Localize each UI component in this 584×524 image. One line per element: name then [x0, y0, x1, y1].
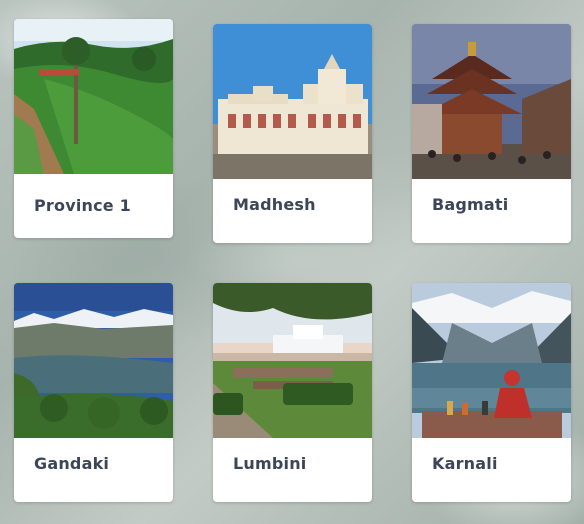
province-card-madhesh[interactable]: Madhesh	[213, 24, 372, 243]
province-1-photo	[14, 19, 173, 174]
province-card-gandaki[interactable]: Gandaki	[14, 283, 173, 502]
gandaki-photo	[14, 283, 173, 438]
province-card-province-1[interactable]: Province 1	[14, 19, 173, 238]
province-card-karnali[interactable]: Karnali	[412, 283, 571, 502]
lumbini-photo	[213, 283, 372, 438]
karnali-photo	[412, 283, 571, 438]
province-name: Bagmati	[432, 195, 509, 214]
province-name: Lumbini	[233, 454, 307, 473]
province-name: Karnali	[432, 454, 498, 473]
province-name: Gandaki	[34, 454, 110, 473]
bagmati-photo	[412, 24, 571, 179]
madhesh-photo	[213, 24, 372, 179]
province-name: Province 1	[34, 196, 131, 215]
province-card-bagmati[interactable]: Bagmati	[412, 24, 571, 243]
province-name: Madhesh	[233, 195, 316, 214]
province-card-lumbini[interactable]: Lumbini	[213, 283, 372, 502]
